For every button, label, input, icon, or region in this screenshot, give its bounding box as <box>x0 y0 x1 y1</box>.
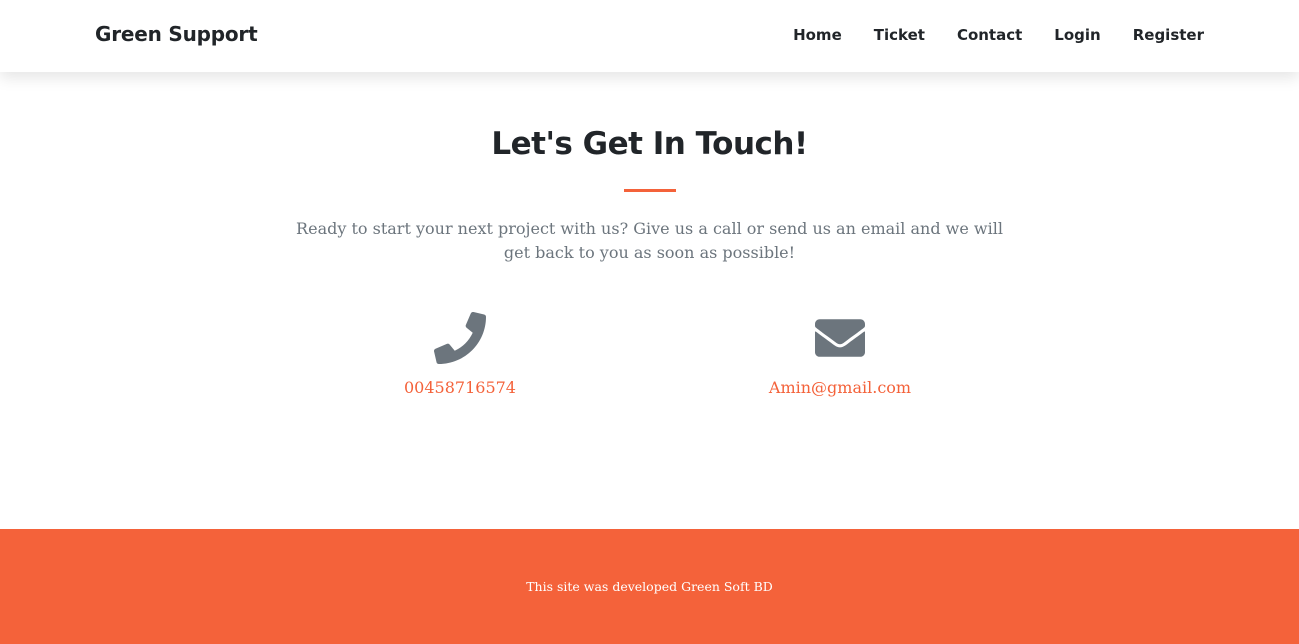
nav-menu: Home Ticket Contact Login Register <box>793 26 1204 44</box>
phone-contact: 00458716574 <box>310 312 610 398</box>
contact-lead-text: Ready to start your next project with us… <box>296 219 1003 262</box>
brand-link[interactable]: Green Support <box>95 22 258 46</box>
email-contact: Amin@gmail.com <box>690 312 990 398</box>
nav-link-contact[interactable]: Contact <box>925 26 1022 44</box>
phone-icon <box>310 312 610 364</box>
email-address-link[interactable]: Amin@gmail.com <box>769 378 911 397</box>
footer-credit-text: This site was developed Green Soft BD <box>526 579 773 594</box>
nav-link-login[interactable]: Login <box>1022 26 1100 44</box>
nav-link-register[interactable]: Register <box>1101 26 1204 44</box>
heading-divider <box>624 189 676 192</box>
phone-number-link[interactable]: 00458716574 <box>404 378 516 397</box>
contact-section: Let's Get In Touch! Ready to start your … <box>0 72 1299 529</box>
nav-link-home[interactable]: Home <box>793 26 842 44</box>
envelope-icon <box>690 312 990 364</box>
site-footer: This site was developed Green Soft BD <box>0 529 1299 644</box>
contact-heading: Let's Get In Touch! <box>491 126 808 162</box>
nav-link-ticket[interactable]: Ticket <box>842 26 925 44</box>
top-navbar: Green Support Home Ticket Contact Login … <box>0 0 1299 72</box>
